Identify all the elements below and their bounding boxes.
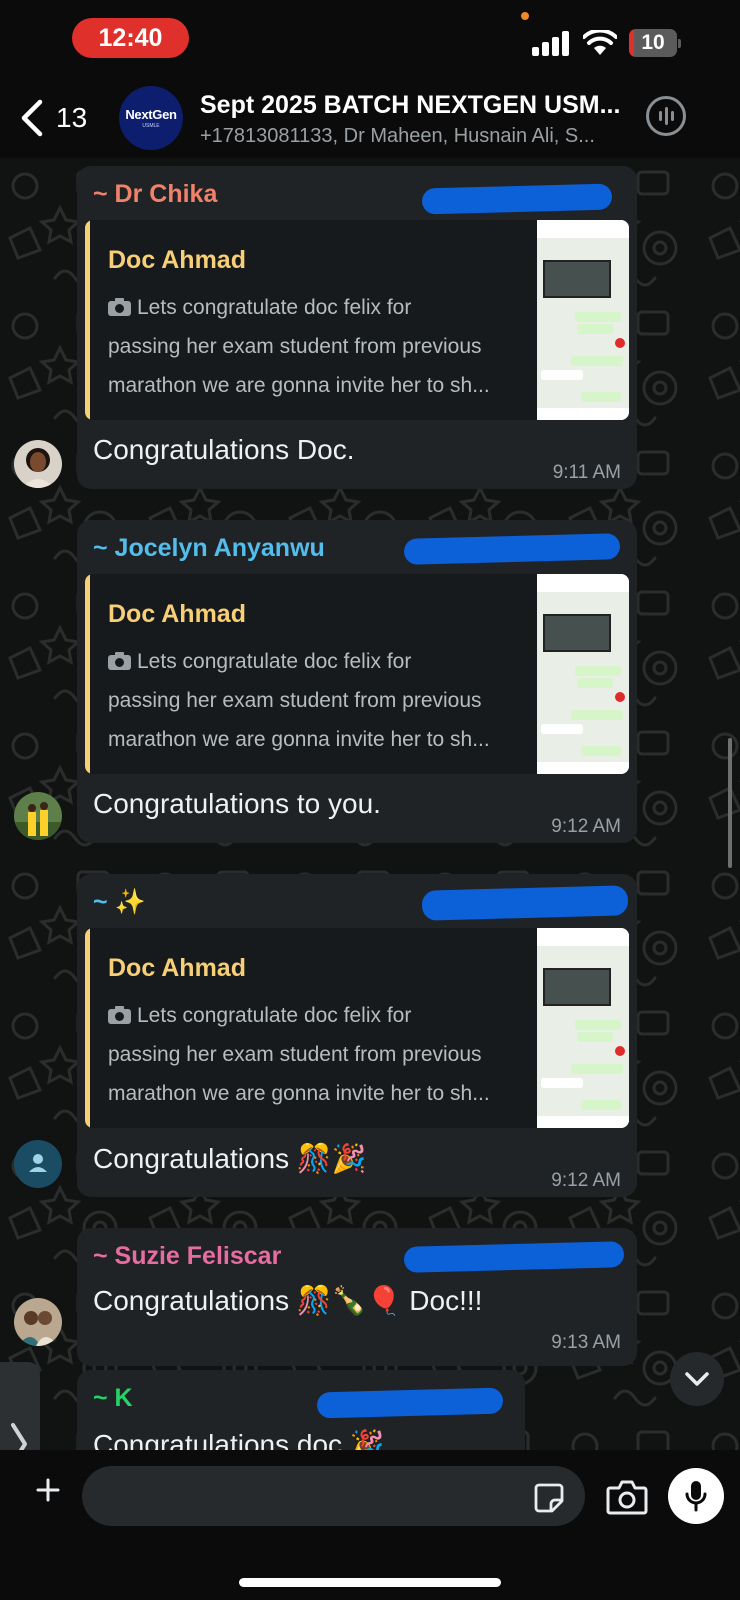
quote-accent-bar bbox=[85, 220, 90, 420]
message-bubble[interactable]: ~ Dr Chika Doc Ahmad Lets congratulate d… bbox=[77, 166, 637, 489]
quoted-message[interactable]: Doc Ahmad Lets congratulate doc felix fo… bbox=[85, 220, 629, 420]
message-time: 9:11 AM bbox=[552, 462, 621, 483]
quote-line-2: passing her exam student from previous bbox=[108, 689, 482, 712]
camera-icon bbox=[108, 652, 131, 670]
plus-icon[interactable] bbox=[36, 1478, 60, 1502]
message-text: Congratulations doc 🎉 bbox=[93, 1429, 385, 1450]
quote-line-2: passing her exam student from previous bbox=[108, 335, 482, 358]
message-sender[interactable]: ~ ✨ bbox=[93, 888, 146, 917]
scrollbar[interactable] bbox=[728, 738, 732, 868]
message-time: 9:12 AM bbox=[551, 816, 621, 837]
group-avatar[interactable]: NextGen USMLE bbox=[119, 86, 183, 150]
quoted-message[interactable]: Doc Ahmad Lets congratulate doc felix fo… bbox=[85, 928, 629, 1128]
chevron-down-icon bbox=[685, 1372, 709, 1386]
quoted-message[interactable]: Doc Ahmad Lets congratulate doc felix fo… bbox=[85, 574, 629, 774]
redacted-phone-number bbox=[421, 885, 629, 921]
quote-line-2: passing her exam student from previous bbox=[108, 1043, 482, 1066]
message-sender[interactable]: ~ Dr Chika bbox=[93, 180, 217, 209]
quote-line-3: marathon we are gonna invite her to sh..… bbox=[108, 728, 490, 751]
battery-level: 10 bbox=[641, 31, 665, 54]
camera-icon bbox=[108, 1006, 131, 1024]
quote-line-1: Lets congratulate doc felix for bbox=[137, 650, 412, 673]
quote-text: Lets congratulate doc felix for passing … bbox=[108, 642, 528, 759]
message-sender[interactable]: ~ Suzie Feliscar bbox=[93, 1242, 281, 1271]
message-sender[interactable]: ~ K bbox=[93, 1384, 133, 1413]
avatar-suzie-feliscar[interactable] bbox=[14, 1298, 62, 1346]
quoted-image-thumbnail bbox=[537, 928, 629, 1128]
quoted-image-thumbnail bbox=[537, 220, 629, 420]
quote-line-1: Lets congratulate doc felix for bbox=[137, 296, 412, 319]
microphone-icon bbox=[685, 1481, 707, 1512]
quote-accent-bar bbox=[85, 574, 90, 774]
privacy-indicator-dot bbox=[521, 12, 529, 20]
message-bubble[interactable]: ~ Suzie Feliscar Congratulations 🎊🍾🎈 Doc… bbox=[77, 1228, 637, 1366]
quoted-image-thumbnail bbox=[537, 574, 629, 774]
voice-call-waveform-icon[interactable] bbox=[646, 96, 686, 136]
message-time: 9:13 AM bbox=[551, 1332, 621, 1353]
group-title[interactable]: Sept 2025 BATCH NEXTGEN USM... bbox=[200, 91, 630, 120]
redacted-phone-number bbox=[421, 183, 613, 215]
message-input[interactable] bbox=[82, 1466, 585, 1526]
message-text: Congratulations 🎊🎉 bbox=[93, 1143, 367, 1174]
camera-icon bbox=[108, 298, 131, 316]
camera-icon[interactable] bbox=[606, 1478, 648, 1516]
unread-count: 13 bbox=[56, 102, 88, 133]
avatar-jocelyn-anyanwu[interactable] bbox=[14, 792, 62, 840]
battery-icon: 10 bbox=[629, 29, 681, 57]
avatar-dr-chika[interactable] bbox=[14, 440, 62, 488]
quote-line-3: marathon we are gonna invite her to sh..… bbox=[108, 1082, 490, 1105]
quote-text: Lets congratulate doc felix for passing … bbox=[108, 288, 528, 405]
chevron-left-icon bbox=[21, 99, 43, 137]
wifi-icon bbox=[583, 30, 617, 55]
quote-line-3: marathon we are gonna invite her to sh..… bbox=[108, 374, 490, 397]
back-button[interactable]: 13 bbox=[18, 96, 98, 140]
quote-author: Doc Ahmad bbox=[108, 246, 246, 274]
quote-line-1: Lets congratulate doc felix for bbox=[137, 1004, 412, 1027]
message-sender[interactable]: ~ Jocelyn Anyanwu bbox=[93, 534, 325, 563]
quote-accent-bar bbox=[85, 928, 90, 1128]
message-bubble[interactable]: ~ K Congratulations doc 🎉 bbox=[77, 1370, 525, 1450]
message-bubble[interactable]: ~ ✨ Doc Ahmad Lets congratulate doc feli… bbox=[77, 874, 637, 1197]
quote-author: Doc Ahmad bbox=[108, 954, 246, 982]
microphone-button[interactable] bbox=[668, 1468, 724, 1524]
scroll-to-bottom-button[interactable] bbox=[670, 1352, 724, 1406]
message-text: Congratulations 🎊🍾🎈 Doc!!! bbox=[93, 1285, 483, 1316]
chat-area[interactable]: ~ Dr Chika Doc Ahmad Lets congratulate d… bbox=[0, 158, 740, 1450]
home-indicator[interactable] bbox=[239, 1578, 501, 1587]
redacted-phone-number bbox=[403, 533, 621, 565]
status-time: 12:40 bbox=[72, 18, 189, 58]
quote-text: Lets congratulate doc felix for passing … bbox=[108, 996, 528, 1113]
redacted-phone-number bbox=[403, 1241, 625, 1273]
sticker-icon[interactable] bbox=[533, 1482, 565, 1514]
cellular-signal-icon bbox=[532, 30, 572, 56]
status-bar: 12:40 10 bbox=[0, 0, 740, 80]
avatar-default[interactable] bbox=[14, 1140, 62, 1188]
message-text: Congratulations Doc. bbox=[93, 434, 355, 465]
message-bubble[interactable]: ~ Jocelyn Anyanwu Doc Ahmad Lets congrat… bbox=[77, 520, 637, 843]
group-members[interactable]: +17813081133, Dr Maheen, Husnain Ali, S.… bbox=[200, 125, 630, 148]
group-avatar-brand: NextGen bbox=[125, 107, 177, 122]
chat-header: 13 NextGen USMLE Sept 2025 BATCH NEXTGEN… bbox=[0, 80, 740, 158]
message-time: 9:12 AM bbox=[551, 1170, 621, 1191]
quote-author: Doc Ahmad bbox=[108, 600, 246, 628]
message-text: Congratulations to you. bbox=[93, 788, 381, 819]
redacted-phone-number bbox=[316, 1387, 504, 1419]
group-avatar-subtext: USMLE bbox=[142, 123, 160, 129]
